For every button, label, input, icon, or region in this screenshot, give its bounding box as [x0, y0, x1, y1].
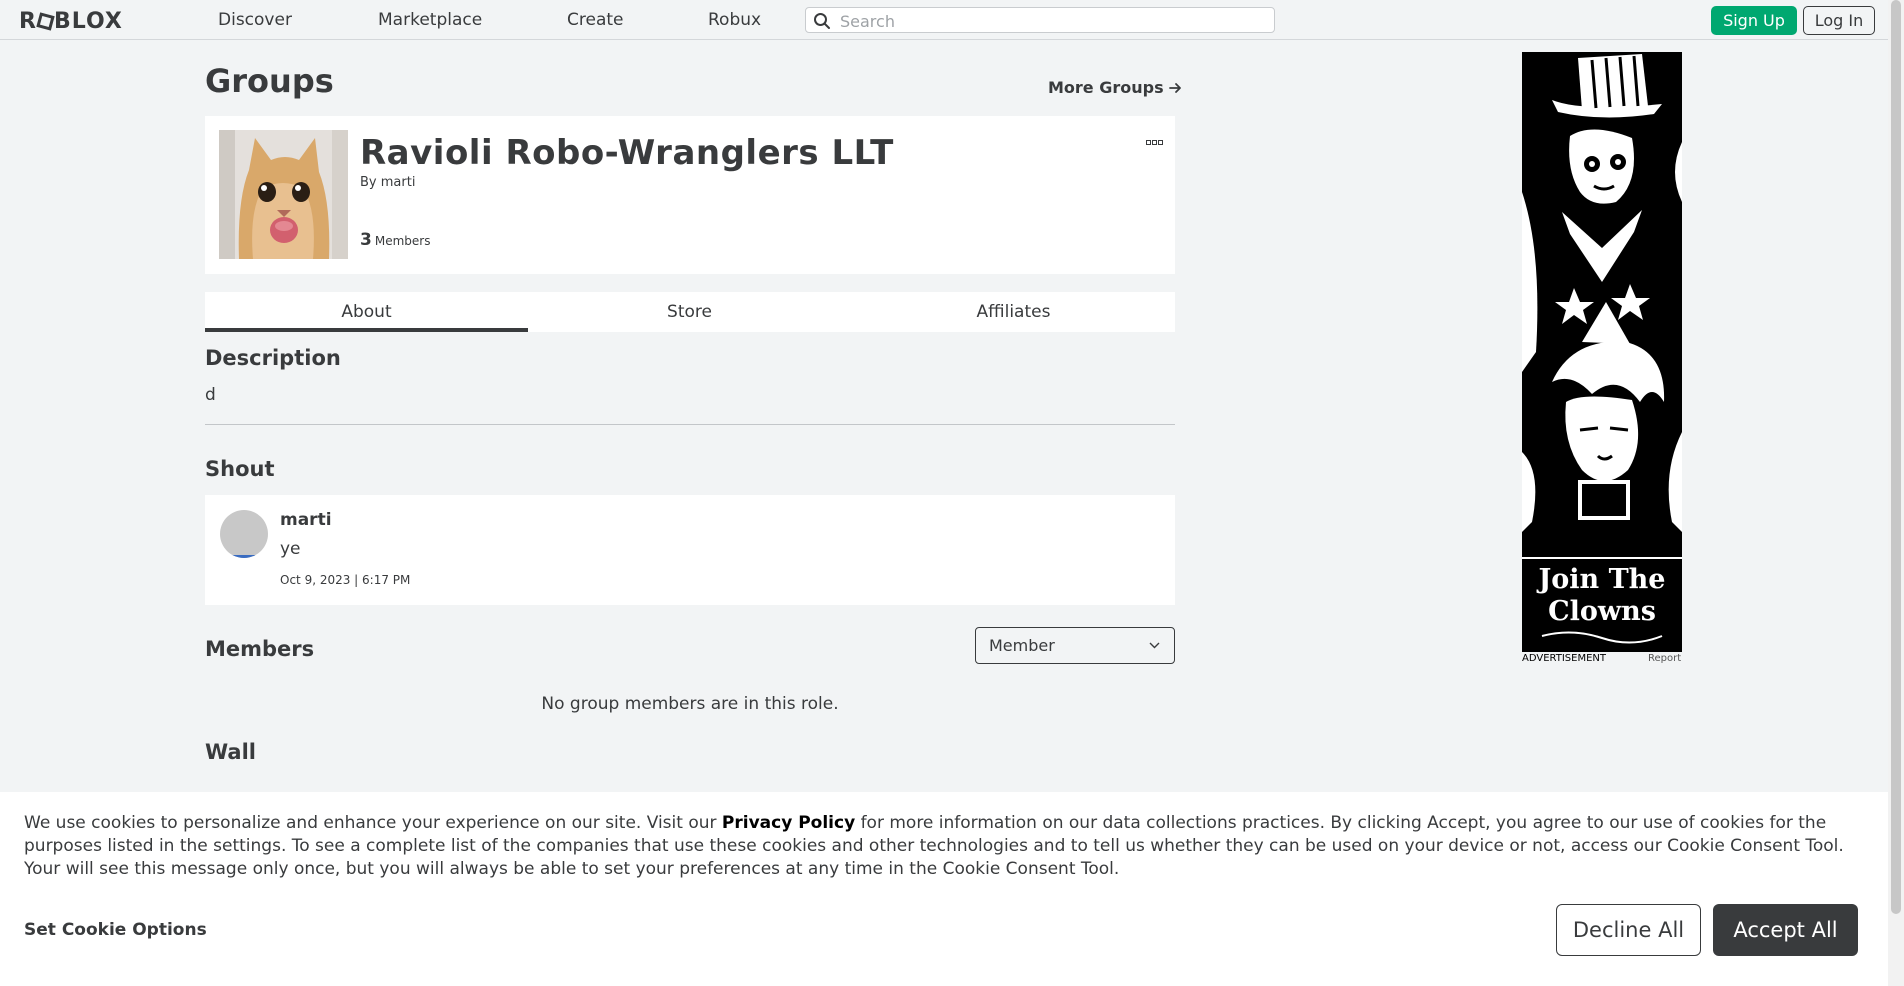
cookie-text-before: We use cookies to personalize and enhanc…: [24, 813, 722, 833]
cookie-banner: We use cookies to personalize and enhanc…: [0, 792, 1888, 986]
privacy-policy-link[interactable]: Privacy Policy: [722, 813, 855, 833]
cat-image: [219, 130, 348, 259]
more-options-icon[interactable]: [1146, 131, 1164, 150]
nav-robux[interactable]: Robux: [708, 10, 761, 30]
role-dropdown[interactable]: Member: [975, 627, 1175, 664]
group-emblem-image[interactable]: [219, 130, 348, 259]
shout-heading: Shout: [205, 457, 275, 481]
shout-date: Oct 9, 2023 | 6:17 PM: [280, 573, 411, 587]
ad-text-line1: Join The: [1537, 564, 1666, 595]
group-owner: By marti: [360, 175, 415, 190]
cookie-message: We use cookies to personalize and enhanc…: [24, 812, 1874, 881]
owner-link[interactable]: marti: [381, 175, 416, 190]
arrow-right-icon: [1169, 83, 1182, 93]
group-name: Ravioli Robo-Wranglers LLT: [360, 133, 894, 173]
page-scrollbar[interactable]: [1888, 0, 1904, 986]
nav-marketplace[interactable]: Marketplace: [378, 10, 482, 30]
description-text: d: [205, 385, 216, 405]
tab-affiliates[interactable]: Affiliates: [852, 292, 1175, 332]
shout-card: marti ye Oct 9, 2023 | 6:17 PM: [205, 495, 1175, 605]
shout-username[interactable]: marti: [280, 510, 332, 530]
search-icon: [814, 13, 830, 29]
shout-body: ye: [280, 539, 301, 559]
more-groups-label: More Groups: [1048, 78, 1164, 97]
group-member-count: 3 Members: [360, 230, 430, 250]
chevron-down-icon: [1149, 642, 1160, 649]
search-input[interactable]: [838, 10, 1262, 32]
ad-text-line2: Clowns: [1548, 596, 1656, 627]
role-selected-value: Member: [989, 636, 1055, 655]
signup-button[interactable]: Sign Up: [1711, 6, 1797, 35]
accept-all-button[interactable]: Accept All: [1713, 904, 1858, 956]
avatar[interactable]: [220, 510, 268, 558]
top-nav: R BLOX Discover Marketplace Create Robux …: [0, 0, 1888, 40]
group-header-card: Ravioli Robo-Wranglers LLT By marti 3 Mem…: [205, 116, 1175, 274]
group-tabs: About Store Affiliates: [205, 292, 1175, 332]
login-button[interactable]: Log In: [1803, 6, 1875, 35]
member-count-value: 3: [360, 230, 372, 250]
by-label: By: [360, 175, 377, 190]
wall-heading: Wall: [205, 740, 256, 764]
tab-store[interactable]: Store: [528, 292, 851, 332]
description-heading: Description: [205, 346, 341, 370]
divider: [205, 424, 1175, 425]
decline-all-button[interactable]: Decline All: [1556, 904, 1701, 956]
advertisement-banner[interactable]: Join The Clowns: [1522, 52, 1682, 652]
set-cookie-options-link[interactable]: Set Cookie Options: [24, 920, 207, 940]
no-members-message: No group members are in this role.: [541, 694, 839, 714]
tab-about[interactable]: About: [205, 292, 528, 332]
roblox-logo[interactable]: R BLOX: [19, 9, 123, 34]
page-title: Groups: [205, 62, 334, 100]
search-box: [805, 7, 1275, 33]
members-heading: Members: [205, 637, 315, 661]
scrollbar-thumb[interactable]: [1891, 0, 1901, 914]
ad-report-link[interactable]: Report: [1648, 653, 1681, 664]
ad-label: ADVERTISEMENT: [1522, 653, 1607, 664]
ad-image: Join The Clowns: [1522, 52, 1682, 652]
member-count-label: Members: [374, 234, 431, 248]
more-groups-link[interactable]: More Groups: [1048, 78, 1182, 97]
nav-discover[interactable]: Discover: [218, 10, 292, 30]
nav-create[interactable]: Create: [567, 10, 624, 30]
